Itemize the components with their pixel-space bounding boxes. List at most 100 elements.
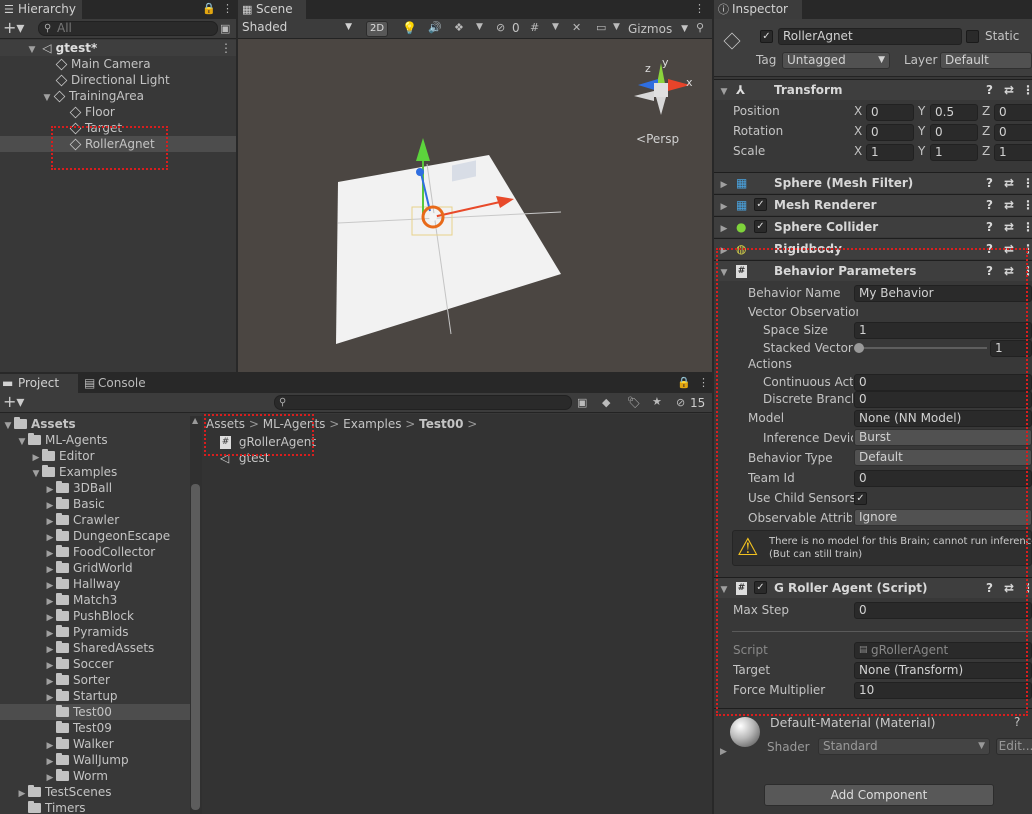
chevron-down-icon[interactable]: ▼ <box>476 22 483 32</box>
axis-letter-y[interactable]: Y <box>918 123 930 140</box>
preset-icon[interactable]: ⇄ <box>1004 195 1014 215</box>
force-multiplier-field[interactable]: 10 <box>854 682 1032 699</box>
tools-icon[interactable]: ✕ <box>572 21 581 34</box>
grid-icon[interactable]: # <box>530 21 539 34</box>
project-tree-item[interactable]: Test00 <box>0 704 190 720</box>
project-tree-item[interactable]: ▶ Soccer <box>0 656 190 672</box>
mesh-filter-header[interactable]: ▶ ▦ Sphere (Mesh Filter) ? ⇄ ⋮ <box>714 172 1032 193</box>
breadcrumb-item[interactable]: Assets <box>206 417 245 431</box>
discrete-branches-field[interactable]: 0 <box>854 391 1032 408</box>
static-checkbox[interactable] <box>966 30 979 43</box>
tab-console[interactable]: ▤ Console <box>80 374 158 393</box>
help-icon[interactable]: ? <box>986 195 993 215</box>
project-tree-item[interactable]: ▶ 3DBall <box>0 480 190 496</box>
tab-inspector[interactable]: ⓘ Inspector <box>714 0 802 19</box>
component-menu-icon[interactable]: ⋮ <box>1022 578 1032 598</box>
help-icon[interactable]: ? <box>986 239 993 259</box>
mesh-renderer-enabled-checkbox[interactable]: ✓ <box>754 198 767 211</box>
hierarchy-item-directional-light[interactable]: Directional Light <box>0 72 236 88</box>
help-icon[interactable]: ? <box>986 261 993 281</box>
project-tree-item[interactable]: ▶ PushBlock <box>0 608 190 624</box>
max-step-field[interactable]: 0 <box>854 602 1032 619</box>
project-tree-scrollbar[interactable]: ▲ <box>190 416 202 814</box>
model-field[interactable]: None (NN Model) <box>854 410 1032 427</box>
project-tree-item[interactable]: ▼ ML-Agents <box>0 432 190 448</box>
transform-y-field[interactable]: 1 <box>930 144 978 161</box>
chevron-right-icon[interactable]: ▶ <box>718 175 730 195</box>
transform-y-field[interactable]: 0.5 <box>930 104 978 121</box>
audio-icon[interactable]: 🔊 <box>428 21 442 34</box>
project-file-grolleragent[interactable]: # gRollerAgent <box>220 434 712 450</box>
project-tree-item[interactable]: ▶ TestScenes <box>0 784 190 800</box>
mesh-renderer-header[interactable]: ▶ ▦ ✓ Mesh Renderer ? ⇄ ⋮ <box>714 194 1032 215</box>
chevron-down-icon[interactable]: ▼ <box>718 263 730 283</box>
hidden-objects-icon[interactable]: ⊘ <box>496 21 505 34</box>
breadcrumb-item[interactable]: ML-Agents <box>263 417 326 431</box>
help-icon[interactable]: ? <box>986 578 993 598</box>
tag-dropdown[interactable]: Untagged ▼ <box>782 52 890 69</box>
axis-letter-z[interactable]: Z <box>982 123 994 140</box>
add-icon[interactable]: +▾ <box>3 393 24 411</box>
camera-icon[interactable]: ▭ <box>596 21 606 34</box>
projection-toggle[interactable]: <Persp <box>636 132 679 146</box>
layer-dropdown[interactable]: Default <box>940 52 1032 69</box>
move-gizmo-y-arrow[interactable] <box>416 138 430 161</box>
axis-letter-y[interactable]: Y <box>918 143 930 160</box>
project-tree-item[interactable]: ▶ SharedAssets <box>0 640 190 656</box>
chevron-down-icon[interactable]: ▼ <box>718 580 730 600</box>
transform-z-field[interactable]: 1 <box>994 144 1032 161</box>
breadcrumb-item[interactable]: Test00 <box>419 417 463 431</box>
add-icon[interactable]: +▾ <box>3 19 24 37</box>
gizmo-center-cube[interactable] <box>654 83 668 97</box>
sphere-collider-enabled-checkbox[interactable]: ✓ <box>754 220 767 233</box>
component-menu-icon[interactable]: ⋮ <box>1022 261 1032 281</box>
object-active-checkbox[interactable]: ✓ <box>760 30 773 43</box>
more-icon[interactable]: ⋮ <box>222 2 233 15</box>
project-tree-item[interactable]: ▶ Startup <box>0 688 190 704</box>
tab-hierarchy[interactable]: ☰ Hierarchy <box>0 0 82 19</box>
filter-by-type-icon[interactable]: ◆ <box>602 396 610 409</box>
lighting-icon[interactable]: 💡 <box>402 21 417 35</box>
project-tree-item[interactable]: ▶ DungeonEscape <box>0 528 190 544</box>
project-tree-item[interactable]: ▶ WallJump <box>0 752 190 768</box>
chevron-right-icon[interactable]: ▶ <box>720 747 727 757</box>
team-id-field[interactable]: 0 <box>854 470 1032 487</box>
project-search-input[interactable]: ⚲ <box>274 395 572 410</box>
axis-letter-z[interactable]: Z <box>982 103 994 120</box>
scroll-up-icon[interactable]: ▲ <box>192 416 198 425</box>
breadcrumb-item[interactable]: Examples <box>343 417 401 431</box>
project-tree-item[interactable]: Test09 <box>0 720 190 736</box>
project-tree-item[interactable]: ▶ Walker <box>0 736 190 752</box>
use-child-sensors-checkbox[interactable]: ✓ <box>854 492 867 505</box>
shading-mode-dropdown[interactable]: Shaded ▼ <box>238 20 356 37</box>
axis-letter-y[interactable]: Y <box>918 103 930 120</box>
chevron-right-icon[interactable]: ▶ <box>718 219 730 239</box>
hierarchy-item-floor[interactable]: Floor <box>0 104 236 120</box>
chevron-right-icon[interactable]: ▶ <box>718 197 730 217</box>
preset-icon[interactable]: ⇄ <box>1004 80 1014 100</box>
scene-canvas[interactable] <box>238 39 712 372</box>
sphere-collider-header[interactable]: ▶ ● ✓ Sphere Collider ? ⇄ ⋮ <box>714 216 1032 237</box>
preset-icon[interactable]: ⇄ <box>1004 578 1014 598</box>
component-menu-icon[interactable]: ⋮ <box>1022 217 1032 237</box>
project-tree-item[interactable]: ▶ Match3 <box>0 592 190 608</box>
project-tree-item[interactable]: Timers <box>0 800 190 814</box>
project-file-gtest[interactable]: ◁ gtest <box>220 450 712 466</box>
hierarchy-search-input[interactable]: ⚲ All <box>38 21 218 36</box>
gizmo-neg-y-cone[interactable] <box>656 97 666 115</box>
chevron-down-icon[interactable]: ▼ <box>718 82 730 102</box>
add-component-button[interactable]: Add Component <box>764 784 994 806</box>
preset-icon[interactable]: ⇄ <box>1004 173 1014 193</box>
axis-letter-x[interactable]: X <box>854 143 866 160</box>
agent-script-enabled-checkbox[interactable]: ✓ <box>754 581 767 594</box>
slider-thumb[interactable] <box>854 343 864 353</box>
help-icon[interactable]: ? <box>986 173 993 193</box>
project-tree-item[interactable]: ▶ Sorter <box>0 672 190 688</box>
agent-script-header[interactable]: ▼ # ✓ G Roller Agent (Script) ? ⇄ ⋮ <box>714 577 1032 598</box>
search-options-icon[interactable]: ▣ <box>577 396 587 409</box>
lock-icon[interactable]: 🔒 <box>202 2 216 15</box>
behavior-name-field[interactable]: My Behavior <box>854 285 1032 302</box>
help-icon[interactable]: ? <box>1014 715 1020 729</box>
transform-x-field[interactable]: 0 <box>866 124 914 141</box>
project-tree-item[interactable]: ▶ Editor <box>0 448 190 464</box>
